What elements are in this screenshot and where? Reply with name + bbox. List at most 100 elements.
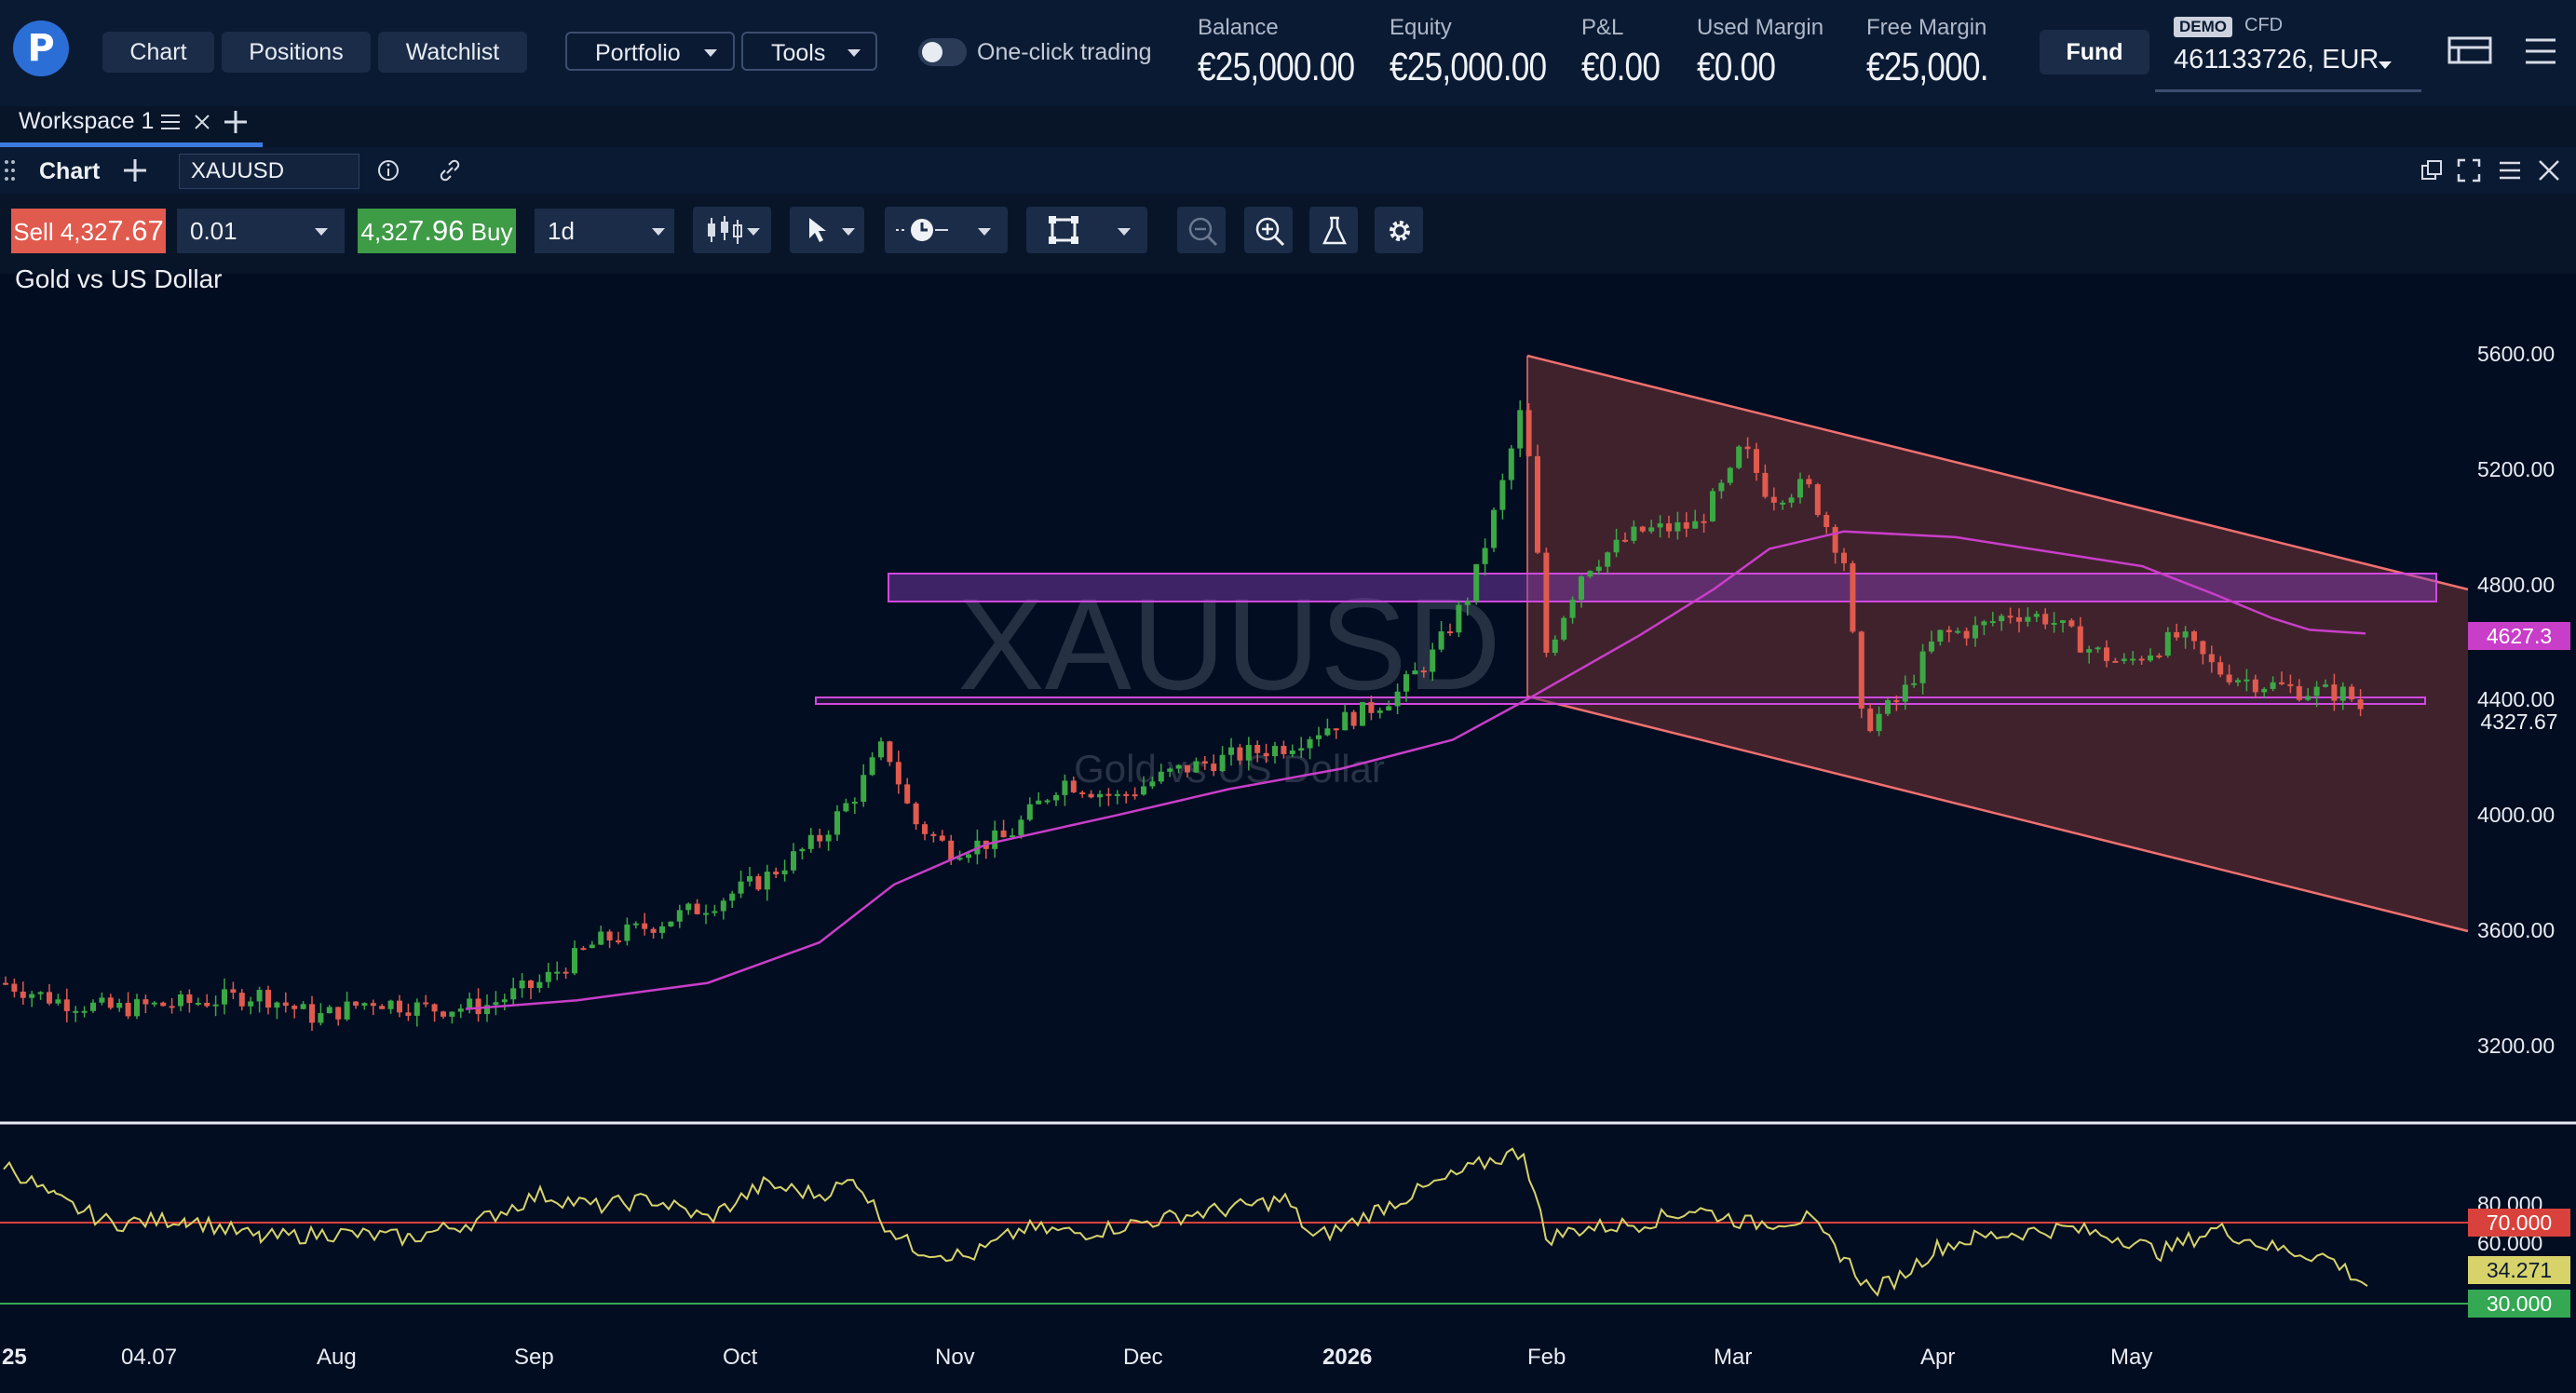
candle-body bbox=[2217, 662, 2224, 675]
candle-body bbox=[1141, 786, 1146, 795]
popout-icon[interactable] bbox=[2420, 158, 2444, 183]
candle-body bbox=[1386, 706, 1392, 710]
candle-body bbox=[1316, 735, 1322, 739]
candle-body bbox=[1858, 631, 1864, 709]
candle-body bbox=[1605, 552, 1611, 567]
candle-body bbox=[1561, 617, 1567, 640]
candle-body bbox=[2051, 622, 2057, 625]
candle-body bbox=[1806, 479, 1812, 485]
candle-body bbox=[1044, 800, 1051, 803]
add-workspace-icon[interactable] bbox=[224, 110, 248, 134]
gear-icon bbox=[1390, 221, 1410, 241]
panel-menu-icon[interactable] bbox=[2498, 158, 2522, 183]
workspace-tab[interactable]: Workspace 1 bbox=[19, 108, 154, 135]
x-tick: Dec bbox=[1123, 1345, 1163, 1370]
candle-body bbox=[90, 1002, 96, 1011]
info-icon[interactable] bbox=[376, 158, 400, 183]
candle-body bbox=[2112, 660, 2119, 663]
price-chart[interactable]: XAUUSD Gold vs US Dollar bbox=[0, 274, 2576, 1393]
account-selector[interactable]: 461133726, EUR bbox=[2174, 45, 2379, 75]
candle-body bbox=[869, 757, 875, 776]
candle-body bbox=[510, 988, 517, 1000]
buy-button[interactable]: 4,327.96 Buy bbox=[358, 209, 516, 253]
candle-body bbox=[387, 1000, 394, 1009]
candle-body bbox=[1499, 480, 1506, 510]
maximize-icon[interactable] bbox=[2457, 158, 2481, 183]
candle-body bbox=[676, 910, 683, 922]
candle-body bbox=[572, 948, 577, 974]
candle-body bbox=[554, 971, 561, 974]
candle-body bbox=[1595, 566, 1602, 572]
candle-body bbox=[1814, 484, 1821, 516]
candle-body bbox=[992, 830, 998, 849]
candle-body bbox=[2191, 631, 2197, 642]
candle-body bbox=[956, 858, 963, 860]
candle-body bbox=[1438, 631, 1444, 650]
candle-body bbox=[2164, 631, 2171, 656]
candle-body bbox=[930, 833, 937, 836]
candle-body bbox=[2104, 647, 2109, 661]
candle-body bbox=[720, 900, 726, 912]
candle-body bbox=[2182, 631, 2189, 638]
list-icon[interactable] bbox=[160, 112, 181, 132]
rsi-30-tag: 30.000 bbox=[2468, 1290, 2570, 1318]
candle-body bbox=[1937, 629, 1944, 642]
add-panel-icon[interactable] bbox=[123, 158, 147, 183]
candle-body bbox=[668, 921, 674, 926]
candle-body bbox=[457, 1008, 464, 1012]
candle-body bbox=[20, 991, 26, 998]
support-zone[interactable] bbox=[815, 696, 2426, 705]
candle-body bbox=[1464, 601, 1471, 605]
symbol-input[interactable]: XAUUSD bbox=[179, 154, 359, 189]
candle-body bbox=[1018, 819, 1024, 836]
nav-watchlist-button[interactable]: Watchlist bbox=[378, 32, 527, 73]
buy-price-big: 7.96 bbox=[408, 214, 465, 247]
resistance-zone[interactable] bbox=[888, 573, 2437, 602]
candle-body bbox=[1123, 793, 1130, 796]
candle-body bbox=[528, 980, 534, 989]
layout-icon[interactable] bbox=[2447, 35, 2494, 67]
candle-body bbox=[397, 1000, 402, 1013]
candle-body bbox=[151, 1002, 157, 1005]
candle-body bbox=[1919, 651, 1926, 683]
candle-body bbox=[948, 840, 955, 860]
candle-body bbox=[1412, 670, 1418, 675]
close-tab-icon[interactable] bbox=[194, 114, 210, 130]
candle-body bbox=[1211, 764, 1217, 772]
candle-body bbox=[1946, 629, 1952, 632]
candle-body bbox=[1727, 467, 1733, 483]
x-tick: Oct bbox=[723, 1345, 758, 1370]
candle-body bbox=[817, 834, 823, 842]
candle-body bbox=[2244, 679, 2250, 682]
fund-button[interactable]: Fund bbox=[2040, 30, 2149, 74]
candle-body bbox=[729, 893, 736, 901]
y-tick: 5600.00 bbox=[2477, 342, 2556, 366]
nav-positions-button[interactable]: Positions bbox=[222, 32, 371, 73]
candle-body bbox=[1298, 748, 1305, 751]
candle-body bbox=[414, 1002, 420, 1016]
candle-body bbox=[2060, 620, 2066, 623]
candle-body bbox=[1132, 794, 1138, 797]
candle-body bbox=[703, 913, 709, 915]
close-panel-icon[interactable] bbox=[2537, 158, 2561, 183]
link-icon[interactable] bbox=[438, 158, 462, 183]
sell-button[interactable]: Sell 4,327.67 bbox=[11, 209, 166, 253]
demo-badge: DEMO bbox=[2174, 17, 2232, 37]
x-tick: Nov bbox=[935, 1345, 975, 1370]
chevron-down-icon bbox=[1118, 228, 1131, 236]
x-tick: 2026 bbox=[1322, 1345, 1373, 1370]
candle-body bbox=[2331, 684, 2338, 701]
nav-chart-button[interactable]: Chart bbox=[102, 32, 214, 73]
candle-body bbox=[1026, 804, 1033, 820]
hamburger-menu-icon[interactable] bbox=[2524, 35, 2557, 67]
drag-handle-icon[interactable] bbox=[4, 158, 17, 183]
candle-body bbox=[1631, 526, 1637, 541]
x-tick: Aug bbox=[317, 1345, 357, 1370]
rsi-70-tag: 70.000 bbox=[2468, 1209, 2570, 1237]
y-tick: 3200.00 bbox=[2477, 1034, 2556, 1058]
clock-line-icon bbox=[896, 219, 948, 241]
y-tick: 3600.00 bbox=[2477, 918, 2556, 942]
candle-body bbox=[2174, 631, 2180, 638]
candle-body bbox=[861, 775, 867, 803]
candle-body bbox=[1736, 446, 1742, 468]
